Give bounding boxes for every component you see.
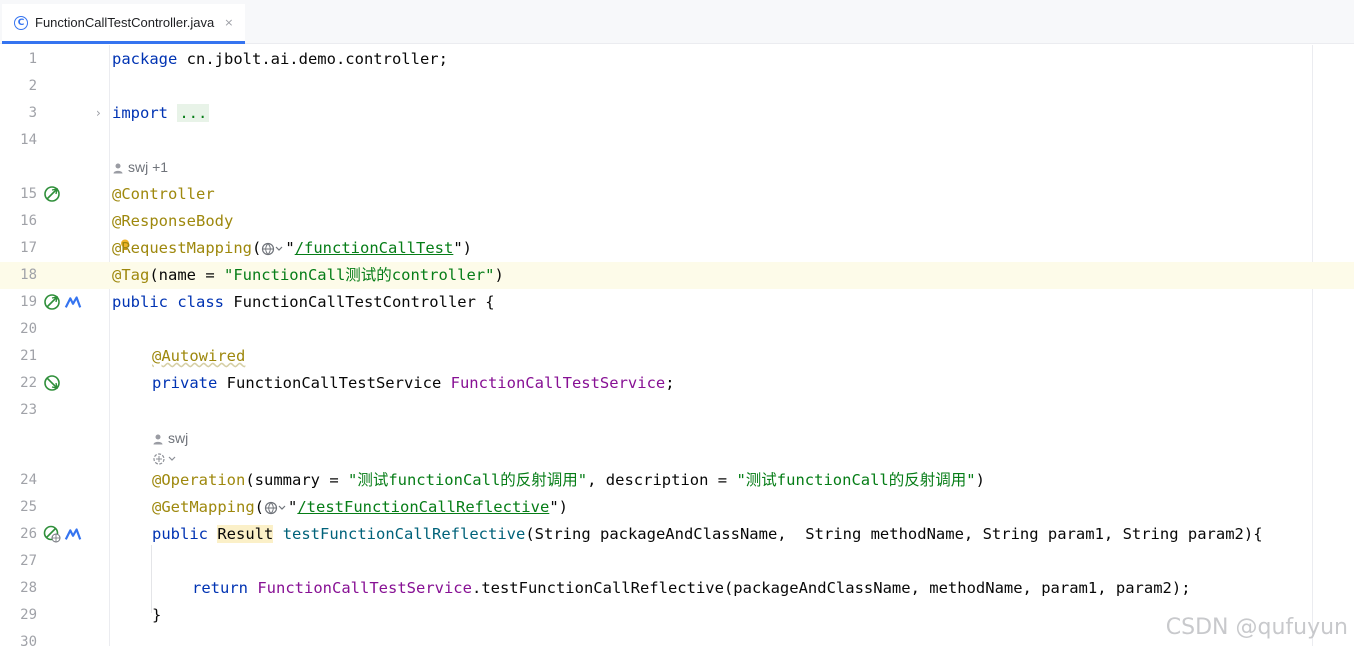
line-number: 16	[20, 213, 37, 229]
code-line: 1 package cn.jbolt.ai.demo.controller;	[0, 46, 1354, 73]
code-text[interactable]: public class FunctionCallTestController …	[112, 289, 495, 316]
endpoint-globe-bean-icon[interactable]	[43, 525, 61, 543]
mapping-icon[interactable]	[64, 525, 82, 543]
code-line: 26 public Result testFunctionCallReflect…	[0, 521, 1354, 548]
line-number: 29	[20, 607, 37, 623]
author-hint-row: swj +1	[0, 154, 1354, 181]
code-text[interactable]: public Result testFunctionCallReflective…	[152, 521, 1263, 548]
autowired-bean-icon[interactable]	[43, 374, 61, 392]
code-line: 23	[0, 397, 1354, 424]
watermark: CSDN @qufuyun	[1165, 615, 1348, 640]
code-line: 25 @GetMapping("/testFunctionCallReflect…	[0, 494, 1354, 521]
line-number: 1	[28, 51, 37, 67]
line-number: 30	[20, 634, 37, 650]
person-icon	[153, 434, 163, 444]
code-text[interactable]: private FunctionCallTestService Function…	[152, 370, 675, 397]
line-number: 18	[20, 267, 37, 283]
code-line: 28 return FunctionCallTestService.testFu…	[0, 575, 1354, 602]
code-line: 2	[0, 73, 1354, 100]
line-number: 26	[20, 526, 37, 542]
line-number: 15	[20, 186, 37, 202]
code-text[interactable]: @GetMapping("/testFunctionCallReflective…	[152, 494, 568, 521]
code-line: 16 @ResponseBody	[0, 208, 1354, 235]
code-line: 24 @Operation(summary = "测试functionCall的…	[0, 467, 1354, 494]
code-line: 30	[0, 629, 1354, 656]
code-line: 22 private FunctionCallTestService Funct…	[0, 370, 1354, 397]
line-number: 22	[20, 375, 37, 391]
endpoint-hint-icon[interactable]	[152, 452, 180, 466]
code-text[interactable]: @Autowired	[152, 343, 245, 370]
person-icon	[113, 163, 123, 173]
folded-imports[interactable]: ...	[177, 104, 210, 122]
code-line: 17 @RequestMapping("/functionCallTest")	[0, 235, 1354, 262]
code-text[interactable]: @ResponseBody	[112, 208, 233, 235]
code-text[interactable]: package cn.jbolt.ai.demo.controller;	[112, 46, 448, 73]
editor-tab-bar: C FunctionCallTestController.java ×	[0, 0, 1354, 44]
globe-icon[interactable]	[261, 242, 285, 256]
code-line: 29 }	[0, 602, 1354, 629]
code-author-hint[interactable]: swj +1	[112, 154, 168, 181]
close-icon[interactable]: ×	[224, 16, 233, 29]
line-number: 20	[20, 321, 37, 337]
code-text[interactable]: @Operation(summary = "测试functionCall的反射调…	[152, 467, 985, 494]
code-text[interactable]: }	[152, 602, 161, 629]
globe-icon[interactable]	[264, 501, 288, 515]
line-number: 23	[20, 402, 37, 418]
editor-tab[interactable]: C FunctionCallTestController.java ×	[2, 4, 246, 44]
code-line: 15 @Controller	[0, 181, 1354, 208]
tab-title: FunctionCallTestController.java	[35, 15, 215, 30]
line-number: 3	[28, 105, 37, 121]
code-line: 20	[0, 316, 1354, 343]
code-text[interactable]: return FunctionCallTestService.testFunct…	[192, 575, 1191, 602]
line-number: 19	[20, 294, 37, 310]
line-number: 14	[20, 132, 37, 148]
code-editor[interactable]: 1 package cn.jbolt.ai.demo.controller; 2…	[0, 45, 1354, 650]
mapping-icon[interactable]	[64, 293, 82, 311]
code-line: 19 public class FunctionCallTestControll…	[0, 289, 1354, 316]
code-line: 14	[0, 127, 1354, 154]
class-c-icon: C	[14, 15, 28, 30]
fold-chevron-icon[interactable]: ›	[96, 100, 101, 127]
code-text[interactable]: @Tag(name = "FunctionCall测试的controller")	[112, 262, 504, 289]
line-number: 2	[28, 78, 37, 94]
line-number: 17	[20, 240, 37, 256]
spring-bean-icon[interactable]	[43, 185, 61, 203]
line-number: 27	[20, 553, 37, 569]
code-text[interactable]: import ...	[112, 100, 210, 127]
spring-bean-icon[interactable]	[43, 293, 61, 311]
code-text[interactable]: @RequestMapping("/functionCallTest")	[112, 235, 472, 262]
line-number: 21	[20, 348, 37, 364]
code-line: 21 @Autowired	[0, 343, 1354, 370]
code-text[interactable]: @Controller	[112, 181, 215, 208]
code-line: 27	[0, 548, 1354, 575]
code-line: 3 › import ...	[0, 100, 1354, 127]
line-number: 24	[20, 472, 37, 488]
code-line-current: 18 @Tag(name = "FunctionCall测试的controlle…	[0, 262, 1354, 289]
line-number: 25	[20, 499, 37, 515]
line-number: 28	[20, 580, 37, 596]
